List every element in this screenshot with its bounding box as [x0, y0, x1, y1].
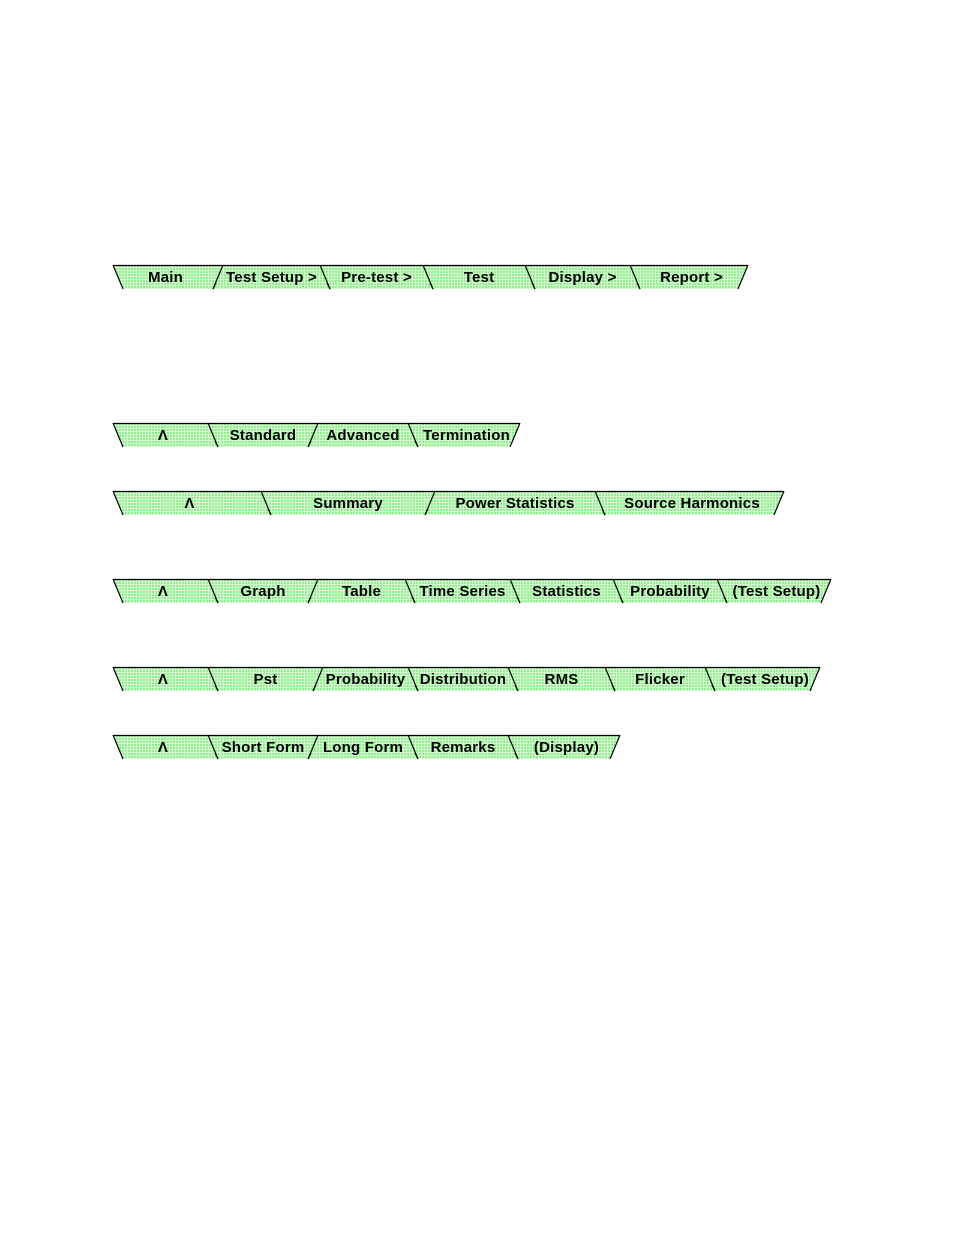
tab-termination[interactable]: Termination: [417, 423, 516, 447]
tabbar-report-menu: Λ Short Form Long Form Remarks (Display): [112, 734, 624, 761]
tabbar-harmonics-display-menu: Λ Graph Table Time Series Statistics Probabil…: [112, 578, 835, 605]
tab-test[interactable]: Test: [432, 265, 526, 289]
tab-graph[interactable]: Graph: [217, 579, 309, 603]
tab-test-setup[interactable]: (Test Setup): [726, 579, 827, 603]
tab-power-statistics[interactable]: Power Statistics: [434, 491, 596, 515]
tabbar-test-setup-menu: Λ Standard Advanced Termination: [112, 422, 524, 449]
tab-pst[interactable]: Pst: [217, 667, 314, 691]
tab-source-harmonics[interactable]: Source Harmonics: [604, 491, 780, 515]
tab-standard[interactable]: Standard: [217, 423, 309, 447]
tab-long-form[interactable]: Long Form: [317, 735, 409, 759]
tab-statistics[interactable]: Statistics: [519, 579, 614, 603]
tabbar-pre-test-menu: Λ Summary Power Statistics Source Harmonics: [112, 490, 788, 517]
up-level-button[interactable]: Λ: [117, 491, 262, 515]
tab-remarks[interactable]: Remarks: [417, 735, 509, 759]
tab-table[interactable]: Table: [317, 579, 406, 603]
tab-advanced[interactable]: Advanced: [317, 423, 409, 447]
tab-distribution[interactable]: Distribution: [417, 667, 509, 691]
tab-probability[interactable]: Probability: [622, 579, 718, 603]
tab-time-series[interactable]: Time Series: [414, 579, 511, 603]
tab-test-setup[interactable]: (Test Setup): [714, 667, 816, 691]
tab-report[interactable]: Report >: [639, 265, 744, 289]
up-level-button[interactable]: Λ: [117, 735, 209, 759]
up-level-button[interactable]: Λ: [117, 667, 209, 691]
tab-probability[interactable]: Probability: [322, 667, 409, 691]
tab-test-setup[interactable]: Test Setup >: [222, 265, 321, 289]
tab-pre-test[interactable]: Pre-test >: [329, 265, 424, 289]
tab-rms[interactable]: RMS: [517, 667, 606, 691]
up-level-button[interactable]: Λ: [117, 423, 209, 447]
tabbar-flicker-display-menu: Λ Pst Probability Distribution RMS Flicker (Te…: [112, 666, 824, 693]
tab-short-form[interactable]: Short Form: [217, 735, 309, 759]
up-level-button[interactable]: Λ: [117, 579, 209, 603]
tabbar-main-menu: Main Test Setup > Pre-test > Test Display > R…: [112, 264, 752, 291]
tab-display[interactable]: (Display): [517, 735, 616, 759]
tab-summary[interactable]: Summary: [270, 491, 426, 515]
tab-display[interactable]: Display >: [534, 265, 631, 289]
tab-main[interactable]: Main: [117, 265, 214, 289]
tab-flicker[interactable]: Flicker: [614, 667, 706, 691]
